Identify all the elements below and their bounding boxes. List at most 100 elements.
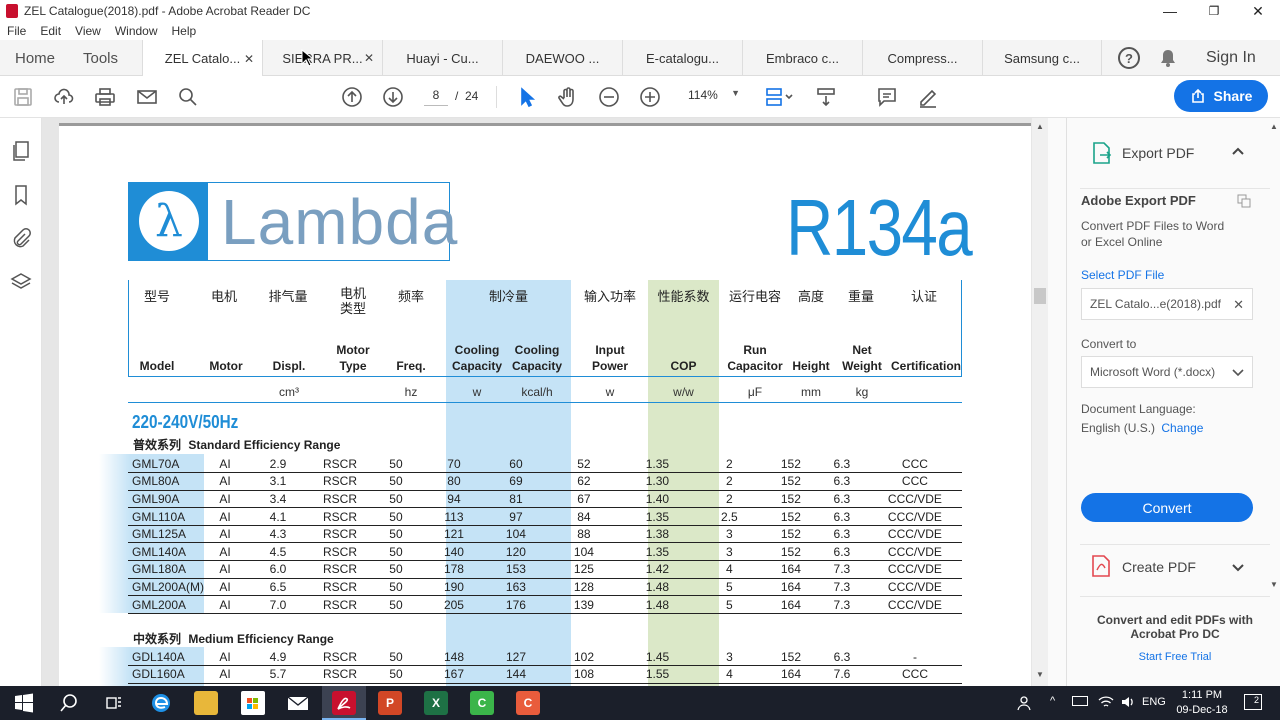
next-page-icon[interactable] [381,85,405,109]
menu-view[interactable]: View [75,24,101,38]
start-free-trial-link[interactable]: Start Free Trial [1087,651,1263,663]
table-cell: 4.5 [246,542,310,562]
create-pdf-icon [1091,555,1111,577]
doc-tab-embraco[interactable]: Embraco c... [742,40,862,76]
windows-start-icon[interactable] [12,691,36,715]
edge-browser-icon[interactable] [149,691,173,715]
pane-scroll-down-arrow[interactable]: ▼ [1270,580,1278,589]
sign-in-button[interactable]: Sign In [1206,40,1256,76]
table-cell: 67 [545,490,622,509]
table-cell: 5.7 [246,665,310,684]
table-cell: 2.9 [246,455,310,474]
tools-tab[interactable]: Tools [83,40,118,76]
table-cell: 97 [485,507,546,526]
home-tab[interactable]: Home [15,40,55,76]
share-button[interactable]: Share [1174,80,1268,112]
email-icon[interactable] [135,85,159,109]
acrobat-taskbar-icon[interactable] [332,691,356,715]
menu-edit[interactable]: Edit [40,24,61,38]
menu-window[interactable]: Window [115,24,158,38]
change-language-link[interactable]: Change [1161,421,1203,435]
close-tab-icon[interactable]: ✕ [244,52,254,66]
selected-file-field[interactable]: ZEL Catalo...e(2018).pdf ✕ [1081,288,1253,320]
header-motor: Motor [209,359,243,373]
search-icon[interactable] [176,85,200,109]
scrollbar-thumb[interactable] [1034,288,1046,304]
document-scrollbar[interactable]: ▲ ▼ [1032,118,1048,686]
excel-icon[interactable]: X [424,691,448,715]
upload-cloud-icon[interactable] [52,85,76,109]
close-tab-icon[interactable]: ✕ [364,51,374,65]
page-thumbnails-icon[interactable] [10,140,32,162]
comment-icon[interactable] [875,85,899,109]
maximize-button[interactable]: ❐ [1192,0,1236,22]
scroll-mode-icon[interactable] [814,85,838,109]
page-number-input[interactable]: 8 [424,88,448,106]
table-cell: 1.35 [621,507,693,526]
powerpoint-icon[interactable]: P [378,691,402,715]
store-icon[interactable] [241,691,265,715]
previous-page-icon[interactable] [340,85,364,109]
doc-tab-daewoo[interactable]: DAEWOO ... [502,40,622,76]
minimize-button[interactable]: — [1148,0,1192,22]
copy-icon[interactable] [1237,194,1251,208]
action-center-icon[interactable]: 2 [1244,694,1262,710]
document-view[interactable]: λ Lambda R134a 型号 电机 排气量 电机 类型 频率 制冷量 输入… [42,118,1048,686]
share-label: Share [1213,88,1253,104]
zoom-in-icon[interactable] [638,85,662,109]
format-select[interactable]: Microsoft Word (*.docx) [1081,356,1253,388]
sign-pen-icon[interactable] [916,85,940,109]
help-icon[interactable]: ? [1118,47,1140,69]
doc-tab-huayi[interactable]: Huayi - Cu... [382,40,502,76]
hand-tool-icon[interactable] [556,85,580,109]
doc-tab-samsung[interactable]: Samsung c... [982,40,1102,76]
volume-icon[interactable] [1120,694,1136,713]
create-pdf-title[interactable]: Create PDF [1122,559,1196,575]
doc-tab-ecatalogue[interactable]: E-catalogu... [622,40,742,76]
doc-tab-zel[interactable]: ZEL Catalo... ✕ [142,40,262,77]
export-pdf-title[interactable]: Export PDF [1122,145,1194,161]
people-icon[interactable] [1016,695,1032,714]
clear-file-icon[interactable]: ✕ [1233,297,1244,313]
notification-bell-icon[interactable] [1158,48,1178,68]
print-icon[interactable] [93,85,117,109]
battery-icon[interactable] [1072,696,1088,706]
menu-file[interactable]: File [7,24,26,38]
table-cell: CCC/VDE [867,507,962,526]
layers-icon[interactable] [10,271,32,293]
task-view-icon[interactable] [102,691,126,715]
attachment-icon[interactable] [10,227,32,249]
save-icon[interactable] [11,85,35,109]
medium-range-heading: 中效系列 Medium Efficiency Range [133,630,334,647]
chevron-up-icon[interactable] [1231,145,1245,159]
select-cursor-icon[interactable] [515,85,539,109]
page-display-icon[interactable] [762,85,796,109]
scroll-up-arrow[interactable]: ▲ [1036,122,1044,131]
input-language[interactable]: ENG [1142,696,1166,708]
search-icon[interactable] [57,691,81,715]
table-cell: 4 [692,560,766,579]
select-pdf-file-link[interactable]: Select PDF File [1081,268,1164,282]
mail-icon[interactable] [286,691,310,715]
chevron-down-icon[interactable] [1231,562,1245,576]
table-row: GML125A AI 4.3 RSCR 50 121 104 88 1.38 3 152 6.3 CCC… [128,525,962,544]
wifi-icon[interactable] [1098,694,1114,713]
doc-tab-sierra[interactable]: SIERRA PR... ✕ [262,40,382,76]
clock[interactable]: 1:11 PM 09-Dec-18 [1172,688,1232,718]
table-cell: RSCR [310,507,370,526]
camtasia-recorder-icon[interactable]: C [516,691,540,715]
convert-button[interactable]: Convert [1081,493,1253,522]
doc-tab-compress[interactable]: Compress... [862,40,982,76]
file-explorer-icon[interactable] [194,691,218,715]
zoom-select[interactable]: 114% ▼ [680,88,740,106]
camtasia-green-icon[interactable]: C [470,691,494,715]
table-cell: 3 [692,542,766,562]
close-window-button[interactable]: ✕ [1236,0,1280,22]
scroll-down-arrow[interactable]: ▼ [1036,670,1044,679]
table-cell: 104 [545,542,622,562]
show-hidden-icons-chevron[interactable]: ^ [1050,695,1055,707]
pane-scroll-up-arrow[interactable]: ▲ [1270,122,1278,131]
zoom-out-icon[interactable] [597,85,621,109]
menu-help[interactable]: Help [172,24,197,38]
bookmark-icon[interactable] [10,184,32,206]
